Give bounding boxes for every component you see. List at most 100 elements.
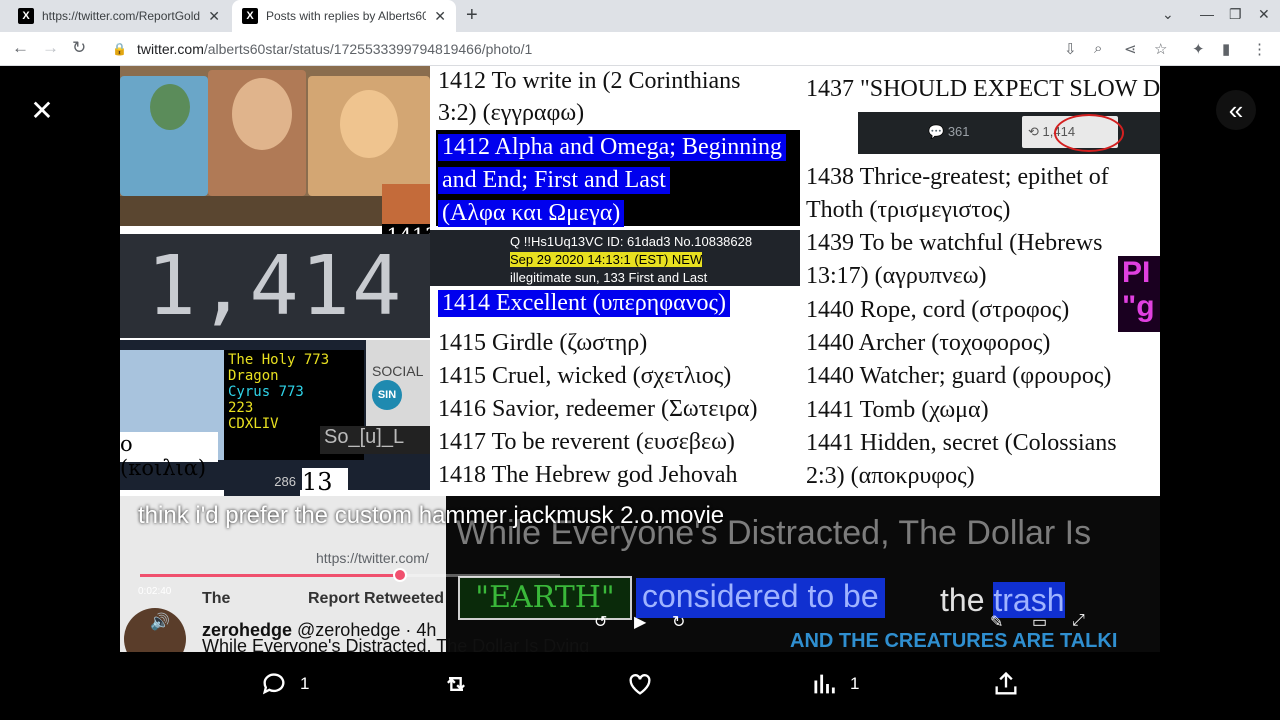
label-13: 13 [302, 468, 348, 496]
url-host: twitter.com [136, 41, 204, 57]
extensions-icon[interactable]: ✦ [1192, 40, 1205, 58]
entry-line: 1418 The Hebrew god Jehovah [438, 462, 738, 488]
retweet-icon: ⟲ [1028, 124, 1043, 139]
tab-title: https://twitter.com/ReportGoldfi [42, 9, 201, 23]
reload-icon[interactable]: ↻ [72, 38, 86, 58]
forward-30-icon[interactable]: ↻ [672, 612, 685, 632]
koilia-label: ο (κοιλια) [120, 432, 218, 480]
back-icon[interactable]: ← [12, 38, 29, 58]
entry-line: 1417 To be reverent (ευσεβεω) [438, 429, 735, 455]
picture-in-picture-icon[interactable]: ▭ [1032, 612, 1047, 632]
entry-line: Thoth (τρισμεγιστος) [806, 197, 1011, 223]
share-icon[interactable]: ⋖ [1124, 40, 1137, 58]
media-video[interactable]: 1413 1,414 The Holy 773 Dragon Cyrus 773… [120, 66, 1160, 652]
entry-line: 3:2) (εγγραφω) [438, 100, 585, 126]
entry-line: 1440 Watcher; guard (φρουρος) [806, 363, 1112, 389]
tab-posts-with-replies[interactable]: X Posts with replies by Alberts60st ✕ [232, 0, 456, 32]
collapse-panel-icon[interactable]: « [1216, 90, 1256, 130]
photo-face [232, 78, 292, 150]
window-close-icon[interactable]: ✕ [1258, 6, 1270, 23]
entry-line-highlighted: 1414 Excellent (υπερηφανος) [438, 290, 730, 317]
pi-label: PI "g [1118, 256, 1160, 332]
trash-word: trash [993, 582, 1065, 618]
collage-photos [120, 66, 436, 226]
fullscreen-icon[interactable]: ⤢ [1072, 612, 1085, 630]
close-tab-icon[interactable]: ✕ [434, 8, 446, 25]
qpost-strip: Q !!Hs1Uq13VC ID: 61dad3 No.10838628 Sep… [430, 230, 808, 286]
entry-line-highlighted: 1412 Alpha and Omega; Beginning [438, 134, 786, 161]
tweet-action-bar: 1 1 [0, 654, 1280, 720]
gematria-column-right: 1437 "SHOULD EXPECT SLOW DECLINE IN 💬 36… [800, 66, 1160, 496]
views-count: 1 [850, 674, 860, 693]
embedded-report-retweeted: Report Retweeted [308, 590, 445, 607]
entry-line: 1441 Tomb (χωμα) [806, 397, 989, 423]
photo-viewer: ✕ « 1413 1,414 The Holy 773 Dragon Cyrus… [0, 66, 1280, 720]
holy-line: Dragon [228, 368, 279, 384]
restore-icon[interactable]: ❐ [1229, 6, 1242, 23]
reply-count-value: 361 [947, 124, 970, 139]
reply-count: 1 [300, 674, 310, 693]
entry-line: 1440 Rope, cord (στροφος) [806, 297, 1070, 323]
retweet-button[interactable] [442, 670, 470, 698]
tab-report-goldfish[interactable]: X https://twitter.com/ReportGoldfi ✕ [8, 0, 230, 32]
red-circle-annotation [1054, 114, 1124, 152]
embedded-the: The [202, 590, 231, 607]
lock-icon[interactable]: 🔒 [112, 42, 127, 56]
install-icon[interactable]: ⇩ [1064, 40, 1077, 58]
close-icon[interactable]: ✕ [22, 90, 62, 130]
entry-line: 13:17) (αγρυπνεω) [806, 263, 987, 289]
so-label: So_[u]_L [320, 426, 444, 454]
retweet-icon [447, 677, 465, 691]
creatures-text: AND THE CREATURES ARE TALKI [790, 630, 1118, 652]
reply-icon [262, 673, 285, 695]
entry-line: 1412 To write in (2 Corinthians [438, 68, 741, 94]
heart-icon [629, 674, 651, 695]
share-upload-icon [995, 671, 1017, 695]
volume-icon[interactable]: 🔊 [150, 612, 170, 632]
views-chart-icon [814, 674, 835, 694]
new-tab-button[interactable]: + [466, 4, 478, 27]
video-progress-bar[interactable] [140, 568, 560, 582]
entry-line: 1438 Thrice-greatest; epithet of [806, 164, 1109, 190]
browser-toolbar: ← → ↻ 🔒 twitter.com /alberts60star/statu… [0, 32, 1280, 66]
x-logo-icon: X [18, 8, 34, 24]
entry-line: 2:3) (αποκρυφος) [806, 463, 975, 489]
tab-search-icon[interactable]: ⌄ [1162, 6, 1174, 23]
entry-line: 1416 Savior, redeemer (Σωτειρα) [438, 396, 758, 422]
entry-line: 1437 "SHOULD EXPECT SLOW DECLINE IN [806, 76, 1160, 102]
the-word: the [940, 582, 994, 618]
photo-face [340, 90, 398, 158]
photo-person-small [382, 184, 436, 226]
gematria-column-middle: 1412 To write in (2 Corinthians 3:2) (εγ… [430, 66, 808, 496]
big-number-panel: 1,414 [120, 234, 430, 338]
views-button[interactable]: 1 [810, 670, 859, 698]
address-bar[interactable]: 🔒 twitter.com /alberts60star/status/1725… [104, 36, 1152, 62]
edit-pencil-icon[interactable]: ✎ [990, 612, 1003, 632]
reply-button[interactable]: 1 [260, 670, 309, 698]
embedded-tweet-stats: 💬 361 ⟲ 1,414 [858, 112, 1160, 154]
entry-line: 1440 Archer (τοχοφορος) [806, 330, 1051, 356]
like-button[interactable] [626, 670, 654, 698]
zoom-icon[interactable]: ⌕ [1094, 40, 1102, 57]
menu-kebab-icon[interactable]: ⋮ [1252, 40, 1267, 58]
holy-line: The Holy 773 [228, 352, 330, 368]
qpost-line: illegitimate sun, 133 First and Last [510, 270, 708, 285]
photo-face [150, 84, 190, 130]
reply-count: 💬 361 [928, 124, 970, 140]
forward-icon[interactable]: → [42, 38, 59, 58]
play-icon[interactable]: ▶ [634, 612, 646, 632]
qpost-line: Sep 29 2020 14:13:1 (EST) NEW [510, 252, 703, 267]
holy-line: 223 [228, 400, 254, 416]
sin-badge: SIN [372, 380, 402, 410]
rewind-10-icon[interactable]: ↺ [594, 612, 607, 632]
side-panel-icon[interactable]: ▮ [1222, 40, 1230, 58]
bookmark-star-icon[interactable]: ☆ [1154, 40, 1167, 58]
progress-fill [140, 574, 401, 577]
close-tab-icon[interactable]: ✕ [208, 8, 220, 25]
x-logo-icon: X [242, 8, 258, 24]
entry-line: 1415 Girdle (ζωστηρ) [438, 330, 648, 356]
entry-line: 1441 Hidden, secret (Colossians [806, 430, 1117, 456]
minimize-icon[interactable]: — [1200, 6, 1214, 22]
label-286: 286 [224, 474, 300, 496]
share-button[interactable] [992, 670, 1020, 698]
